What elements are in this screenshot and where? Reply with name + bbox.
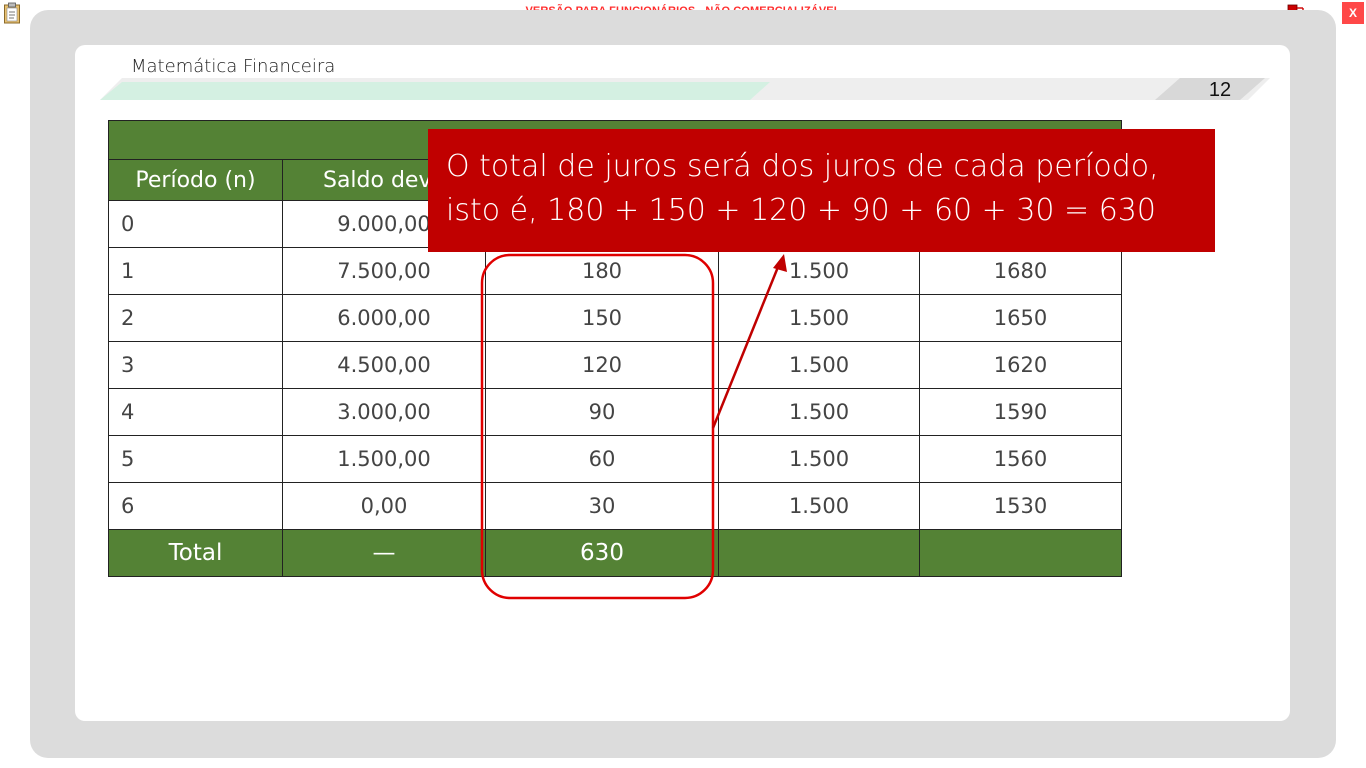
cell-saldo: 7.500,00 xyxy=(282,247,486,295)
total-prestacao xyxy=(918,529,1123,577)
cell-period: 4 xyxy=(108,388,283,436)
table-row: 2 6.000,00 150 1.500 1650 xyxy=(108,294,1123,342)
cell-juros: 150 xyxy=(485,294,719,342)
cell-period: 5 xyxy=(108,435,283,483)
cell-prestacao: 1650 xyxy=(918,294,1123,342)
table-row: 6 0,00 30 1.500 1530 xyxy=(108,482,1123,530)
header-period: Período (n) xyxy=(108,159,283,201)
cell-period: 1 xyxy=(108,247,283,295)
total-amortizacao xyxy=(718,529,920,577)
cell-amortizacao: 1.500 xyxy=(718,388,920,436)
cell-period: 6 xyxy=(108,482,283,530)
cell-saldo: 4.500,00 xyxy=(282,341,486,389)
cell-amortizacao: 1.500 xyxy=(718,435,920,483)
table-row: 4 3.000,00 90 1.500 1590 xyxy=(108,388,1123,436)
cell-saldo: 1.500,00 xyxy=(282,435,486,483)
cell-saldo: 6.000,00 xyxy=(282,294,486,342)
cell-prestacao: 1530 xyxy=(918,482,1123,530)
total-label: Total xyxy=(108,529,283,577)
cell-juros: 180 xyxy=(485,247,719,295)
page-number: 12 xyxy=(1208,79,1232,101)
slide-title: Matemática Financeira xyxy=(131,56,336,77)
cell-prestacao: 1560 xyxy=(918,435,1123,483)
cell-juros: 120 xyxy=(485,341,719,389)
cell-prestacao: 1680 xyxy=(918,247,1123,295)
table-row: 5 1.500,00 60 1.500 1560 xyxy=(108,435,1123,483)
table-row: 1 7.500,00 180 1.500 1680 xyxy=(108,247,1123,295)
cell-juros: 60 xyxy=(485,435,719,483)
cell-period: 2 xyxy=(108,294,283,342)
table-row: 3 4.500,00 120 1.500 1620 xyxy=(108,341,1123,389)
cell-saldo: 0,00 xyxy=(282,482,486,530)
cell-saldo: 3.000,00 xyxy=(282,388,486,436)
total-juros: 630 xyxy=(485,529,719,577)
cell-prestacao: 1590 xyxy=(918,388,1123,436)
cell-period: 0 xyxy=(108,200,283,248)
cell-amortizacao: 1.500 xyxy=(718,247,920,295)
header-band xyxy=(100,78,1270,100)
cell-amortizacao: 1.500 xyxy=(718,294,920,342)
total-saldo: — xyxy=(282,529,486,577)
callout-box: O total de juros será dos juros de cada … xyxy=(428,129,1215,252)
close-button[interactable]: X xyxy=(1342,2,1364,24)
cell-juros: 30 xyxy=(485,482,719,530)
cell-period: 3 xyxy=(108,341,283,389)
cell-juros: 90 xyxy=(485,388,719,436)
cell-amortizacao: 1.500 xyxy=(718,341,920,389)
cell-amortizacao: 1.500 xyxy=(718,482,920,530)
table-total-row: Total — 630 xyxy=(108,529,1123,577)
cell-prestacao: 1620 xyxy=(918,341,1123,389)
callout-text: O total de juros será dos juros de cada … xyxy=(446,149,1159,228)
